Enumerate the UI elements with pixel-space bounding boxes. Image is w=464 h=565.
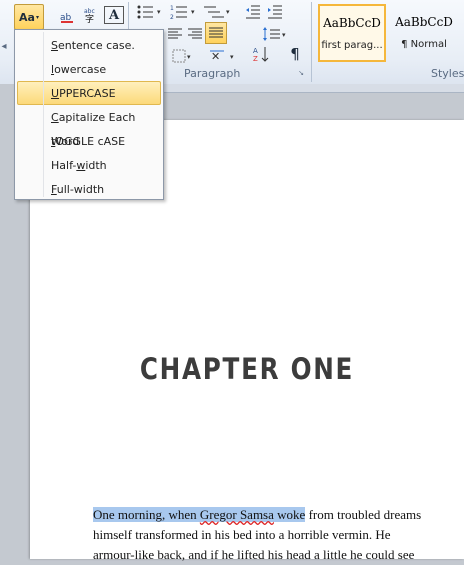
change-case-button[interactable]: Aa ▾ <box>14 4 44 30</box>
menu-item-text: Half- <box>51 159 77 172</box>
paragraph-dialog-launcher-icon[interactable]: ↘ <box>296 68 306 78</box>
menu-item-sentence-case[interactable]: Sentence case. <box>17 33 161 57</box>
menu-item-lowercase[interactable]: lowercase <box>17 57 161 81</box>
style-sample-text: AaBbCcD <box>395 15 453 29</box>
body-paragraph[interactable]: One morning, when Gregor Samsa woke from… <box>93 505 464 565</box>
menu-item-uppercase[interactable]: UPPERCASE <box>17 81 161 105</box>
svg-text:▾: ▾ <box>282 31 286 39</box>
menu-item-full-width[interactable]: Full-width <box>17 177 161 201</box>
group-separator <box>311 2 312 82</box>
menu-item-text: ull-width <box>56 183 105 196</box>
selected-text-part: One morning, when <box>93 507 200 522</box>
selected-text-part: woke <box>273 507 306 522</box>
justify-button[interactable] <box>205 22 227 44</box>
show-hide-marks-button[interactable]: ¶ <box>286 44 304 64</box>
svg-text:2: 2 <box>170 14 174 20</box>
menu-item-accelerator: S <box>51 39 58 52</box>
menu-item-capitalize-each-word[interactable]: Capitalize Each Word <box>17 105 161 148</box>
svg-text:Z: Z <box>253 55 258 63</box>
format-painter-icon[interactable]: ◂ <box>0 36 8 56</box>
menu-item-text: entence case. <box>57 39 135 52</box>
numbering-button[interactable]: 1 2 ▾ <box>170 2 200 22</box>
styles-group-label: Styles <box>431 67 464 80</box>
style-normal[interactable]: AaBbCcD ¶ Normal <box>390 4 458 62</box>
style-sample-text: AaBbCcD <box>323 16 381 30</box>
pilcrow-icon: ¶ <box>290 45 300 63</box>
increase-indent-icon[interactable] <box>266 2 284 22</box>
text-line: himself transformed in his bed into a ho… <box>93 527 391 542</box>
change-case-label: Aa <box>19 10 35 24</box>
sort-asian-layout-button[interactable]: ✕ ▾ <box>210 46 240 66</box>
text-line: One morning, when Gregor Samsa woke from… <box>93 505 464 525</box>
svg-text:字: 字 <box>85 13 94 24</box>
svg-text:✕: ✕ <box>211 50 220 63</box>
menu-item-accelerator: U <box>51 87 60 100</box>
chevron-down-icon: ▾ <box>35 13 39 21</box>
text-run: from troubled dreams <box>305 507 422 522</box>
align-right-icon[interactable] <box>186 24 204 44</box>
svg-text:A: A <box>253 47 258 55</box>
svg-text:▾: ▾ <box>230 53 234 61</box>
selected-text: One morning, when Gregor Samsa woke <box>93 507 306 522</box>
style-name: first parag... <box>321 40 383 51</box>
decrease-indent-icon[interactable] <box>244 2 262 22</box>
svg-text:▾: ▾ <box>157 8 161 16</box>
menu-item-half-width[interactable]: Half-width <box>17 153 161 177</box>
misspelled-word: Gregor Samsa <box>199 507 274 522</box>
menu-item-text: OGGLE cASE <box>55 135 126 148</box>
phonetic-guide-icon[interactable]: abc 字 <box>80 5 100 25</box>
paragraph-group-label: Paragraph <box>184 67 241 80</box>
style-name: ¶ Normal <box>401 39 447 50</box>
style-first-paragraph[interactable]: AaBbCcD first parag... <box>318 4 386 62</box>
menu-item-text: idth <box>85 159 107 172</box>
align-left-icon[interactable] <box>166 24 184 44</box>
menu-item-accelerator: C <box>51 111 59 124</box>
chapter-title: CHAPTER ONE <box>139 352 355 386</box>
menu-item-text: PPERCASE <box>59 87 116 100</box>
menu-item-text: owercase <box>54 63 107 76</box>
svg-text:abc: abc <box>84 8 95 15</box>
sort-icon[interactable]: AZ <box>252 44 272 64</box>
borders-button[interactable]: ▾ <box>172 46 194 66</box>
svg-text:▾: ▾ <box>226 8 230 16</box>
menu-gutter <box>43 32 44 197</box>
svg-text:▾: ▾ <box>191 8 195 16</box>
change-case-menu: Sentence case. lowercase UPPERCASE Capit… <box>14 29 164 200</box>
font-color-glyph: A <box>108 7 120 23</box>
enclose-character-icon[interactable]: A <box>104 6 124 24</box>
clear-formatting-icon[interactable]: ab <box>58 7 76 27</box>
svg-text:1: 1 <box>170 5 174 12</box>
bullets-button[interactable]: ▾ <box>136 2 166 22</box>
line-spacing-button[interactable]: ▾ <box>262 24 290 44</box>
menu-item-accelerator: w <box>76 159 86 172</box>
multilevel-list-button[interactable]: ▾ <box>204 2 234 22</box>
svg-text:▾: ▾ <box>187 53 191 61</box>
menu-item-toggle-case[interactable]: tOGGLE cASE <box>17 129 161 153</box>
text-line: armour-like back, and if he lifted his h… <box>93 547 415 562</box>
